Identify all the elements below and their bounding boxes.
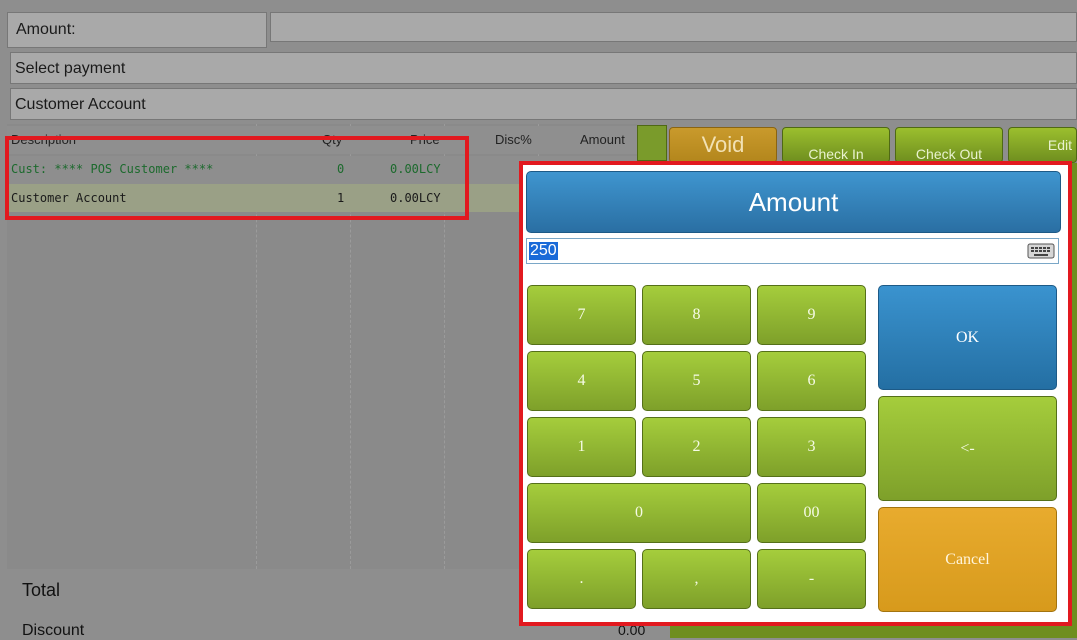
key-6-button[interactable]: 6 — [757, 351, 866, 411]
backspace-button[interactable]: <- — [878, 396, 1057, 501]
key-8-button[interactable]: 8 — [642, 285, 751, 345]
amount-input[interactable] — [270, 12, 1077, 42]
key-minus-button[interactable]: - — [757, 549, 866, 609]
key-comma-button[interactable]: , — [642, 549, 751, 609]
amount-label-box: Amount: — [7, 12, 267, 48]
select-payment-field[interactable]: Select payment — [10, 52, 1077, 84]
check-out-button[interactable]: Check Out — [895, 127, 1003, 163]
amount-entry-value: 250 — [529, 242, 558, 260]
check-in-button[interactable]: Check In — [782, 127, 890, 163]
key-7-button[interactable]: 7 — [527, 285, 636, 345]
highlight-box-rows — [5, 136, 469, 220]
select-payment-label: Select payment — [15, 60, 126, 77]
green-indicator — [637, 125, 667, 161]
void-button[interactable]: Void — [669, 127, 777, 163]
col-amount: Amount — [580, 132, 625, 147]
key-dot-button[interactable]: . — [527, 549, 636, 609]
customer-account-label: Customer Account — [15, 96, 146, 113]
amount-label: Amount: — [16, 21, 76, 38]
total-label: Total — [22, 580, 61, 600]
amount-entry[interactable]: 250 — [526, 238, 1059, 264]
discount-label: Discount — [22, 622, 85, 639]
edit-button[interactable]: Edit — [1008, 127, 1077, 163]
key-00-button[interactable]: 00 — [757, 483, 866, 543]
ok-button[interactable]: OK — [878, 285, 1057, 390]
key-0-button[interactable]: 0 — [527, 483, 751, 543]
key-1-button[interactable]: 1 — [527, 417, 636, 477]
cancel-button[interactable]: Cancel — [878, 507, 1057, 612]
key-9-button[interactable]: 9 — [757, 285, 866, 345]
col-disc: Disc% — [495, 132, 532, 147]
key-2-button[interactable]: 2 — [642, 417, 751, 477]
amount-dialog: Amount 250 7 8 9 4 5 6 1 2 3 0 00 . , - … — [519, 161, 1072, 626]
keyboard-icon[interactable] — [1027, 243, 1055, 259]
customer-account-field[interactable]: Customer Account — [10, 88, 1077, 120]
key-4-button[interactable]: 4 — [527, 351, 636, 411]
dialog-title: Amount — [526, 171, 1061, 233]
key-5-button[interactable]: 5 — [642, 351, 751, 411]
key-3-button[interactable]: 3 — [757, 417, 866, 477]
